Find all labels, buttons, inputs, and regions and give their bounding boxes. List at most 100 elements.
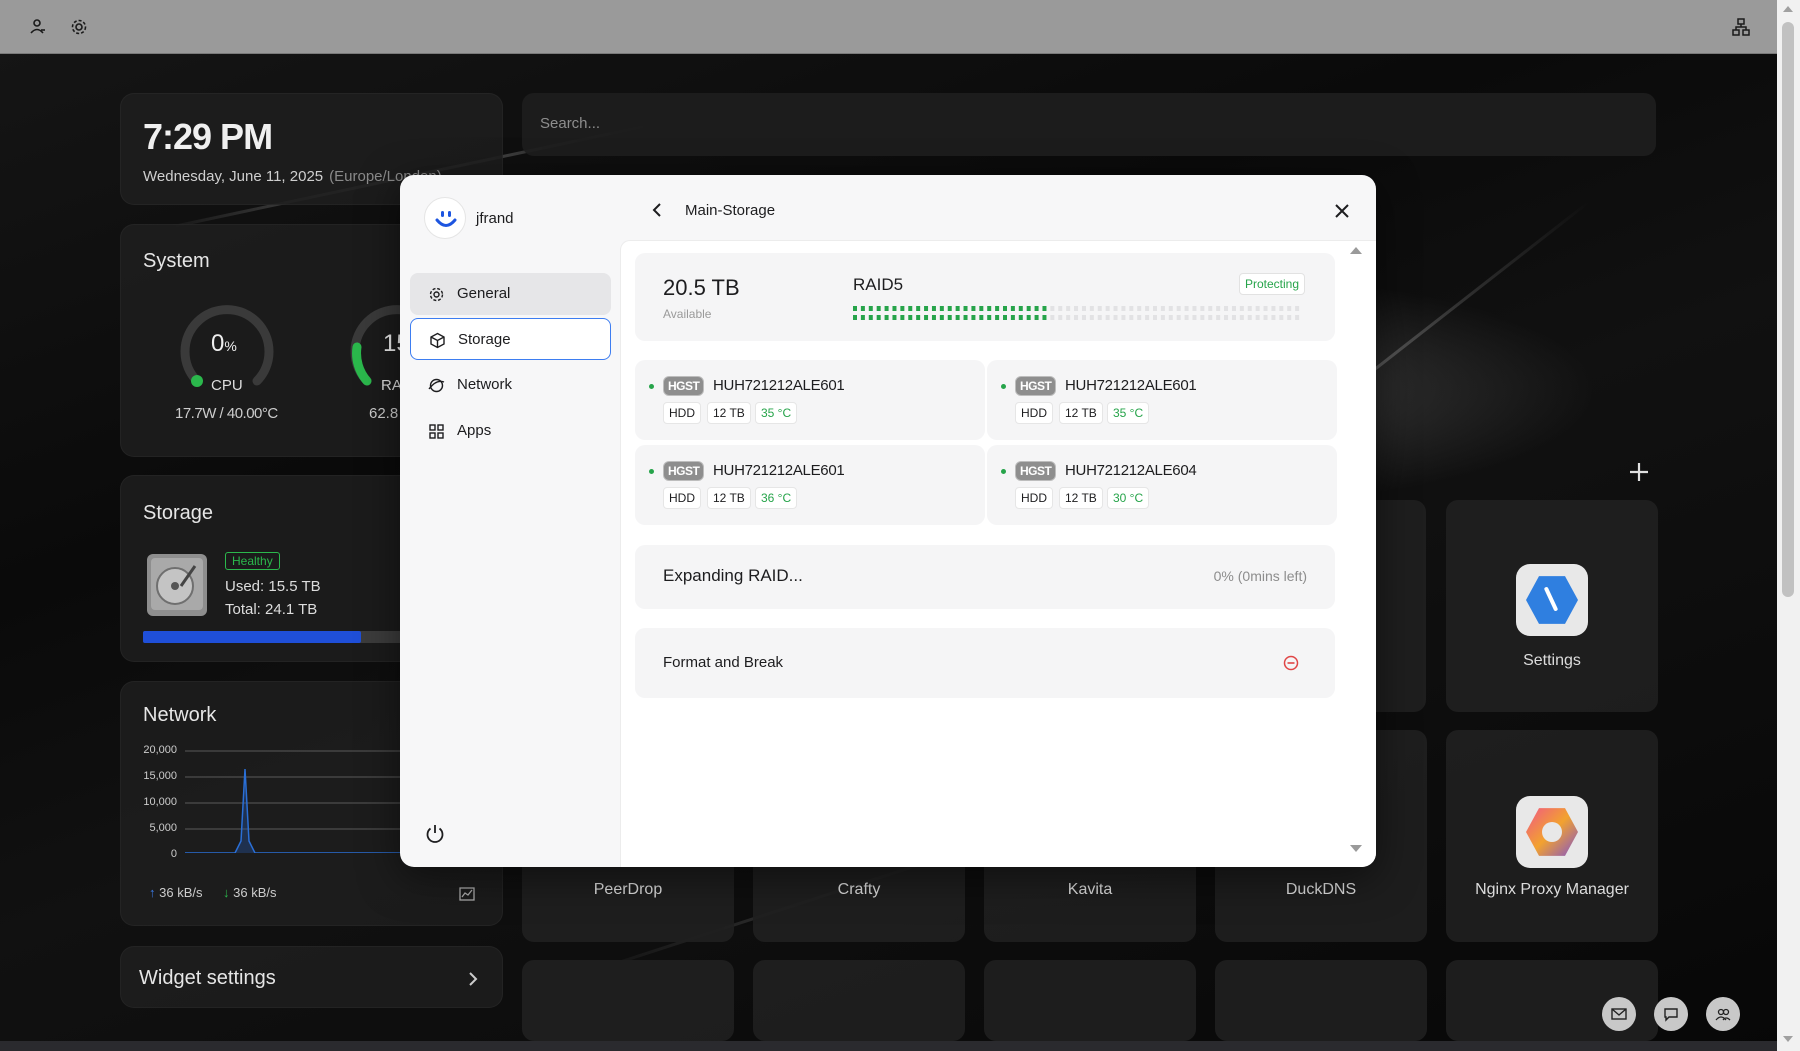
add-app-icon[interactable] — [1628, 461, 1650, 483]
gear-icon — [429, 287, 444, 302]
raid-level: RAID5 — [853, 275, 904, 294]
app-tile[interactable] — [753, 960, 965, 1041]
ram-stats: 62.8 — [369, 405, 399, 422]
expanding-raid-status: 0% (0mins left) — [1213, 568, 1307, 584]
raid-progress-dot — [1003, 315, 1007, 320]
raid-progress-dot — [853, 315, 857, 320]
disk-card[interactable]: HGST HUH721212ALE601 HDD 12 TB 36 °C — [635, 445, 985, 525]
scrollbar-thumb[interactable] — [1782, 22, 1794, 597]
hexagon-center — [1542, 822, 1562, 842]
network-globe-icon — [428, 378, 445, 393]
nav-item-general[interactable]: General — [410, 273, 611, 315]
disk-size-tag: 12 TB — [1059, 402, 1103, 424]
avatar[interactable] — [424, 197, 466, 239]
cpu-label: CPU — [211, 377, 243, 394]
raid-progress-dot — [1113, 306, 1118, 311]
system-title: System — [143, 250, 210, 272]
raid-progress-dot — [1137, 315, 1142, 320]
close-icon[interactable] — [1334, 203, 1350, 219]
raid-progress-dot — [1018, 315, 1023, 320]
user-switch-icon[interactable] — [28, 17, 48, 37]
raid-progress-dot — [963, 315, 968, 320]
raid-progress-dot — [1145, 306, 1150, 311]
nav-item-storage[interactable]: Storage — [410, 318, 611, 360]
raid-progress-dot — [1184, 306, 1189, 311]
disk-temp-tag: 35 °C — [1107, 402, 1150, 424]
raid-progress-dot — [1034, 315, 1039, 320]
disk-model: HUH721212ALE601 — [713, 377, 845, 394]
search-input[interactable]: Search... — [540, 115, 600, 132]
raid-progress-dot — [1247, 315, 1252, 320]
raid-progress-dot — [1121, 315, 1126, 320]
raid-progress-dot — [1168, 306, 1173, 311]
app-label: PeerDrop — [593, 881, 663, 898]
raid-progress-dot — [1247, 306, 1252, 311]
available-label: Available — [663, 307, 712, 321]
widget-settings-button[interactable]: Widget settings — [120, 946, 503, 1008]
raid-progress-dot — [1295, 315, 1300, 320]
raid-progress-dot — [1279, 315, 1284, 320]
raid-progress-dot — [1066, 315, 1071, 320]
pane-scroll-down-arrow[interactable] — [1350, 845, 1362, 852]
upload-rate: ↑ 36 kB/s — [149, 885, 202, 900]
expanding-raid-label: Expanding RAID... — [663, 566, 803, 585]
disk-card[interactable]: HGST HUH721212ALE604 HDD 12 TB 30 °C — [987, 445, 1337, 525]
raid-progress-dot — [1271, 315, 1276, 320]
chat-icon — [1664, 1008, 1678, 1022]
power-icon[interactable] — [424, 823, 446, 845]
raid-progress-dot — [1208, 306, 1213, 311]
app-label-settings: Settings — [1523, 652, 1581, 669]
raid-progress-dot — [1121, 306, 1126, 311]
raid-progress-dot — [1050, 315, 1055, 320]
username: jfrand — [476, 210, 514, 227]
raid-progress-dot — [1176, 306, 1181, 311]
raid-progress-dot — [1287, 315, 1292, 320]
chat-button[interactable] — [1654, 997, 1688, 1031]
network-topology-icon[interactable] — [1731, 17, 1751, 37]
gear-icon[interactable] — [69, 17, 89, 37]
raid-progress-dot — [1153, 306, 1157, 311]
disk-status-dot — [649, 384, 654, 389]
raid-progress-dot — [1168, 315, 1173, 320]
raid-progress-dot — [1200, 306, 1205, 311]
disk-type-tag: HDD — [1015, 402, 1053, 424]
community-button[interactable] — [1706, 997, 1740, 1031]
disk-card[interactable]: HGST HUH721212ALE601 HDD 12 TB 35 °C — [987, 360, 1337, 440]
mail-button[interactable] — [1602, 997, 1636, 1031]
back-chevron-icon[interactable] — [650, 202, 664, 218]
nav-item-label: General — [457, 285, 511, 302]
raid-progress-dot — [979, 315, 984, 320]
pane-scroll-up-arrow[interactable] — [1350, 247, 1362, 254]
scroll-down-arrow[interactable] — [1783, 1036, 1793, 1042]
raid-progress-dot — [1129, 306, 1134, 311]
format-and-break-row[interactable]: Format and Break — [635, 628, 1335, 698]
widget-settings-label: Widget settings — [139, 967, 276, 989]
remove-circle-icon[interactable] — [1283, 655, 1299, 671]
raid-progress-dot — [860, 315, 865, 320]
app-tile-nginx-proxy-manager[interactable]: Nginx Proxy Manager — [1446, 730, 1658, 942]
search-bar[interactable]: Search... — [522, 93, 1656, 156]
raid-progress-dot — [924, 315, 929, 320]
nav-item-network[interactable]: Network — [410, 364, 611, 406]
app-tile-settings[interactable]: Settings — [1446, 500, 1658, 712]
app-tile[interactable] — [1215, 960, 1427, 1041]
raid-progress-dot — [955, 306, 960, 311]
available-capacity: 20.5 TB — [663, 275, 740, 300]
raid-progress-dot — [1097, 315, 1102, 320]
bottom-strip — [0, 1041, 1777, 1051]
app-tile[interactable] — [984, 960, 1196, 1041]
raid-progress-dot — [916, 315, 921, 320]
y-tick-label: 20,000 — [143, 744, 177, 756]
cpu-gauge-indicator — [191, 375, 203, 387]
app-label: DuckDNS — [1285, 881, 1357, 898]
page-scrollbar[interactable] — [1777, 0, 1800, 1051]
raid-progress-dot — [987, 306, 992, 311]
scroll-up-arrow[interactable] — [1783, 6, 1793, 12]
nav-item-apps[interactable]: Apps — [410, 410, 611, 452]
raid-progress-dot — [900, 306, 905, 311]
raid-progress-dot — [868, 306, 873, 311]
app-tile[interactable] — [522, 960, 734, 1041]
raid-progress-dot — [1239, 315, 1244, 320]
chart-expand-icon[interactable] — [459, 887, 475, 901]
disk-card[interactable]: HGST HUH721212ALE601 HDD 12 TB 35 °C — [635, 360, 985, 440]
